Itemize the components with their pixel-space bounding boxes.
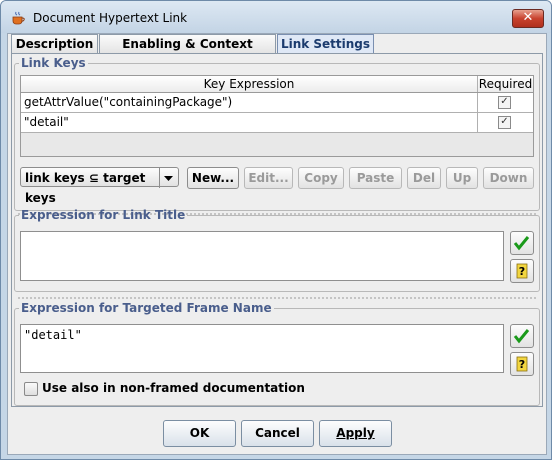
frame-name-expression-input[interactable]: "detail" [20, 324, 504, 373]
check-expression-button[interactable] [510, 324, 534, 348]
cancel-button[interactable]: Cancel [241, 420, 314, 447]
window-title: Document Hypertext Link [33, 11, 188, 25]
link-settings-panel: Link Keys Key Expression Required getAtt… [11, 53, 543, 407]
tab-enabling-context[interactable]: Enabling & Context Element [99, 34, 276, 69]
question-mark-icon: ? [516, 356, 528, 372]
column-divider [477, 93, 478, 112]
tab-description[interactable]: Description [11, 34, 98, 53]
close-icon: ✕ [522, 10, 534, 25]
table-header: Key Expression Required [21, 76, 533, 93]
chevron-down-icon[interactable] [159, 168, 178, 188]
column-header-required[interactable]: Required [478, 76, 533, 92]
apply-button[interactable]: Apply [319, 420, 392, 447]
key-expression-cell: getAttrValue("containingPackage") [24, 95, 233, 109]
paste-button[interactable]: Paste [349, 167, 402, 189]
required-checkbox[interactable]: ✓ [498, 96, 511, 109]
splitter-handle[interactable] [18, 297, 536, 299]
down-button[interactable]: Down [483, 167, 534, 189]
del-button[interactable]: Del [407, 167, 441, 189]
dialog-client: Description Enabling & Context Element L… [7, 33, 547, 455]
question-mark-icon: ? [516, 263, 528, 279]
help-button[interactable]: ? [510, 352, 534, 376]
java-cup-icon [12, 11, 25, 25]
link-title-expression-input[interactable] [20, 231, 504, 281]
green-check-icon [513, 236, 530, 251]
svg-text:?: ? [519, 358, 525, 371]
svg-text:?: ? [519, 265, 525, 278]
tab-link-settings[interactable]: Link Settings [277, 34, 374, 53]
key-expression-cell: "detail" [24, 115, 69, 129]
link-keys-title: Link Keys [21, 56, 86, 70]
frame-name-section-title: Expression for Targeted Frame Name [21, 301, 272, 315]
green-check-icon [513, 329, 530, 344]
table-row[interactable]: getAttrValue("containingPackage") ✓ [21, 93, 533, 113]
required-checkbox[interactable]: ✓ [498, 116, 511, 129]
link-keys-mode-combo[interactable]: link keys ⊆ target keys [20, 167, 179, 205]
dialog-window: Document Hypertext Link ✕ Description En… [0, 0, 552, 460]
link-title-section-title: Expression for Link Title [21, 208, 186, 222]
column-header-key-expression[interactable]: Key Expression [21, 76, 477, 92]
column-divider [477, 113, 478, 132]
table-row[interactable]: "detail" ✓ [21, 113, 533, 133]
help-button[interactable]: ? [510, 259, 534, 283]
link-keys-table[interactable]: Key Expression Required getAttrValue("co… [20, 75, 534, 157]
use-nonframed-label[interactable]: Use also in non-framed documentation [42, 381, 305, 395]
up-button[interactable]: Up [446, 167, 478, 189]
title-bar[interactable]: Document Hypertext Link ✕ [1, 1, 551, 33]
use-nonframed-checkbox[interactable] [24, 382, 38, 396]
check-expression-button[interactable] [510, 231, 534, 255]
close-button[interactable]: ✕ [512, 9, 544, 28]
new-button[interactable]: New... [187, 167, 239, 189]
edit-button[interactable]: Edit... [244, 167, 293, 189]
copy-button[interactable]: Copy [298, 167, 344, 189]
ok-button[interactable]: OK [163, 420, 236, 447]
